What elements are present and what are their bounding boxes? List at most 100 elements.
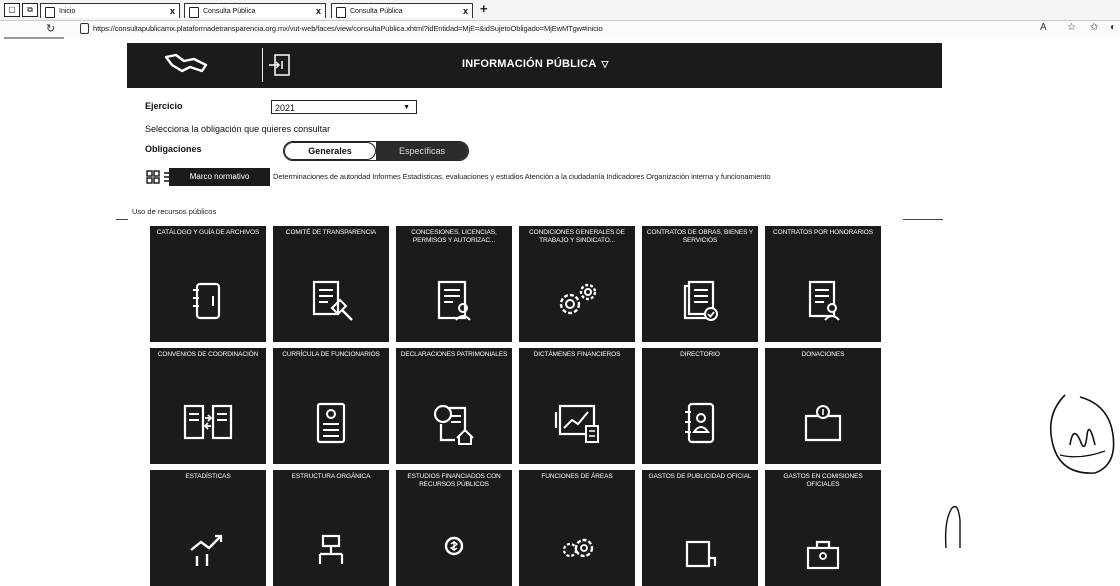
tab-inicio[interactable]: Inicio x bbox=[40, 3, 180, 18]
documents-check-icon bbox=[675, 276, 725, 326]
card-title: CONCESIONES, LICENCIAS, PERMISOS Y AUTOR… bbox=[411, 229, 497, 244]
favorites-bar-divider bbox=[4, 37, 64, 39]
refresh-icon[interactable]: ↻ bbox=[46, 22, 55, 35]
ejercicio-select[interactable]: 2021 ▼ bbox=[271, 100, 417, 114]
address-book-icon bbox=[675, 398, 725, 448]
section-note: Uso de recursos públicos bbox=[132, 207, 217, 216]
card-title: DIRECTORIO bbox=[680, 351, 720, 358]
card-title: GASTOS EN COMISIONES OFICIALES bbox=[783, 473, 863, 488]
filter-marco-normativo[interactable]: Marco normativo bbox=[169, 168, 270, 186]
obligaciones-label: Obligaciones bbox=[145, 144, 202, 154]
card-declaraciones-patrimoniales[interactable]: DECLARACIONES PATRIMONIALES bbox=[396, 348, 512, 464]
instruction-text: Selecciona la obligación que quieres con… bbox=[145, 124, 331, 134]
gears-icon bbox=[552, 276, 602, 326]
card-gastos-publicidad[interactable]: GASTOS DE PUBLICIDAD OFICIAL bbox=[642, 470, 758, 586]
toggle-especificas[interactable]: Específicas bbox=[376, 142, 468, 160]
card-title: CURRÍCULA DE FUNCIONARIOS bbox=[282, 351, 380, 358]
page-icon bbox=[336, 7, 346, 18]
chart-calculator-icon bbox=[552, 398, 602, 448]
header-title-menu[interactable]: INFORMACIÓN PÚBLICA ▽ bbox=[462, 58, 609, 70]
tab-consulta-publica-2[interactable]: Consulta Pública x bbox=[331, 3, 473, 18]
card-estudios-financiados[interactable]: ESTUDIOS FINANCIADOS CON RECURSOS PÚBLIC… bbox=[396, 470, 512, 586]
card-funciones-areas[interactable]: FUNCIONES DE ÁREAS bbox=[519, 470, 635, 586]
card-title: ESTUDIOS FINANCIADOS CON RECURSOS PÚBLIC… bbox=[407, 473, 501, 488]
card-title: CONDICIONES GENERALES DE TRABAJO Y SINDI… bbox=[529, 229, 625, 244]
card-catalogo-archivos[interactable]: CATÁLOGO Y GUÍA DE ARCHIVOS bbox=[150, 226, 266, 342]
window-menu-icon[interactable]: ▢ bbox=[4, 3, 20, 17]
tab-title: Consulta Pública bbox=[350, 8, 403, 15]
tab-actions-icon[interactable]: ⧉ bbox=[22, 3, 38, 17]
card-directorio[interactable]: DIRECTORIO bbox=[642, 348, 758, 464]
card-condiciones-trabajo[interactable]: CONDICIONES GENERALES DE TRABAJO Y SINDI… bbox=[519, 226, 635, 342]
card-curricula-funcionarios[interactable]: CURRÍCULA DE FUNCIONARIOS bbox=[273, 348, 389, 464]
binder-icon bbox=[183, 276, 233, 326]
obligations-grid: CATÁLOGO Y GUÍA DE ARCHIVOS COMITÉ DE TR… bbox=[150, 226, 885, 586]
favorite-star-icon[interactable]: ☆ bbox=[1067, 22, 1076, 33]
site-header: INFORMACIÓN PÚBLICA ▽ bbox=[127, 43, 942, 88]
caret-down-icon: ▼ bbox=[403, 104, 410, 111]
documents-exchange-icon bbox=[183, 398, 233, 448]
trend-chart-icon bbox=[183, 520, 233, 570]
billboard-icon bbox=[675, 520, 725, 570]
grid-view-icon[interactable] bbox=[146, 170, 160, 184]
card-title: CONTRATOS DE OBRAS, BIENES Y SERVICIOS bbox=[646, 229, 754, 244]
filter-categories[interactable]: Determinaciones de autoridad Informes Es… bbox=[273, 172, 770, 181]
card-estadisticas[interactable]: ESTADÍSTICAS bbox=[150, 470, 266, 586]
document-gavel-icon bbox=[306, 276, 356, 326]
coin-icon bbox=[429, 520, 479, 570]
card-title: CONTRATOS POR HONORARIOS bbox=[773, 229, 873, 236]
handwritten-mark bbox=[944, 505, 961, 548]
toggle-generales[interactable]: Generales bbox=[284, 142, 376, 160]
card-title: GASTOS DE PUBLICIDAD OFICIAL bbox=[648, 473, 752, 480]
ejercicio-label: Ejercicio bbox=[145, 101, 183, 111]
page-icon bbox=[45, 7, 55, 18]
card-title: DECLARACIONES PATRIMONIALES bbox=[400, 351, 508, 358]
card-convenios-coordinacion[interactable]: CONVENIOS DE COORDINACIÓN bbox=[150, 348, 266, 464]
platform-logo[interactable] bbox=[162, 51, 212, 77]
briefcase-icon bbox=[798, 520, 848, 570]
card-contratos-obras[interactable]: CONTRATOS DE OBRAS, BIENES Y SERVICIOS bbox=[642, 226, 758, 342]
favorites-bar bbox=[0, 37, 1120, 42]
header-divider bbox=[262, 48, 263, 82]
card-gastos-comisiones[interactable]: GASTOS EN COMISIONES OFICIALES bbox=[765, 470, 881, 586]
card-donaciones[interactable]: DONACIONES bbox=[765, 348, 881, 464]
card-estructura-organica[interactable]: ESTRUCTURA ORGÁNICA bbox=[273, 470, 389, 586]
card-title: ESTADÍSTICAS bbox=[185, 473, 231, 480]
document-user-icon bbox=[798, 276, 848, 326]
card-dictamenes-financieros[interactable]: DICTÁMENES FINANCIEROS bbox=[519, 348, 635, 464]
address-bar: ↻ https://consultapublicamx.plataformade… bbox=[0, 21, 1120, 37]
header-title: INFORMACIÓN PÚBLICA bbox=[462, 58, 597, 70]
close-icon[interactable]: x bbox=[316, 4, 321, 18]
card-title: DICTÁMENES FINANCIEROS bbox=[533, 351, 621, 358]
new-tab-button[interactable]: + bbox=[480, 1, 488, 16]
read-aloud-icon[interactable]: A bbox=[1040, 22, 1047, 33]
org-chart-icon bbox=[306, 520, 356, 570]
collections-icon[interactable]: ✩ bbox=[1090, 22, 1098, 33]
card-comite-transparencia[interactable]: COMITÉ DE TRANSPARENCIA bbox=[273, 226, 389, 342]
card-title: FUNCIONES DE ÁREAS bbox=[541, 473, 613, 480]
close-icon[interactable]: x bbox=[170, 4, 175, 18]
card-title: CATÁLOGO Y GUÍA DE ARCHIVOS bbox=[156, 229, 260, 236]
id-card-icon bbox=[306, 398, 356, 448]
obligaciones-toggle: Generales Específicas bbox=[283, 141, 469, 161]
lock-icon[interactable] bbox=[80, 23, 89, 34]
ejercicio-value: 2021 bbox=[275, 103, 296, 113]
profile-icon[interactable]: ◐ bbox=[1110, 22, 1116, 33]
gears-icon bbox=[552, 520, 602, 570]
document-house-icon bbox=[429, 398, 479, 448]
document-person-icon bbox=[429, 276, 479, 326]
card-contratos-honorarios[interactable]: CONTRATOS POR HONORARIOS bbox=[765, 226, 881, 342]
card-title: COMITÉ DE TRANSPARENCIA bbox=[285, 229, 377, 236]
browser-tab-bar: ▢ ⧉ Inicio x Consulta Pública x Consulta… bbox=[0, 0, 1120, 21]
card-concesiones[interactable]: CONCESIONES, LICENCIAS, PERMISOS Y AUTOR… bbox=[396, 226, 512, 342]
donation-folder-icon bbox=[798, 398, 848, 448]
tab-consulta-publica-1[interactable]: Consulta Pública x bbox=[184, 3, 326, 18]
close-icon[interactable]: x bbox=[463, 4, 468, 18]
card-title: CONVENIOS DE COORDINACIÓN bbox=[157, 351, 259, 358]
card-title: ESTRUCTURA ORGÁNICA bbox=[291, 473, 371, 480]
page-icon bbox=[189, 7, 199, 18]
login-icon[interactable] bbox=[267, 52, 291, 78]
chevron-down-icon: ▽ bbox=[601, 59, 609, 69]
url-field[interactable]: https://consultapublicamx.plataformadetr… bbox=[93, 24, 603, 33]
tab-title: Inicio bbox=[59, 8, 76, 15]
